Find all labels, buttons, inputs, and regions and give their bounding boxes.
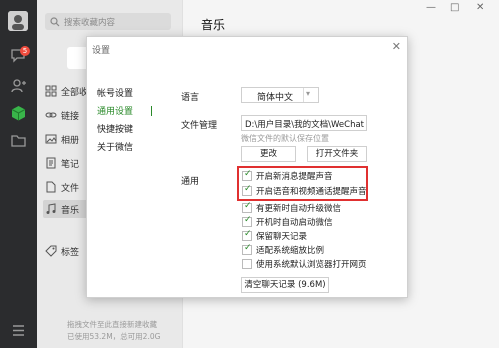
maximize-icon[interactable]: □ bbox=[450, 2, 459, 13]
option-label: 有更新时自动升级微信 bbox=[256, 204, 342, 214]
check-icon: ✓ bbox=[244, 229, 252, 239]
dialog-title: 设置 bbox=[92, 46, 111, 56]
dialog-close-icon[interactable]: ✕ bbox=[392, 40, 401, 53]
nav-account-settings[interactable]: 帐号设置 bbox=[97, 86, 133, 99]
change-button[interactable]: 更改 bbox=[241, 146, 296, 162]
list-item-album[interactable]: 相册 bbox=[43, 130, 91, 148]
search-icon bbox=[50, 17, 60, 27]
contacts-icon[interactable] bbox=[10, 77, 27, 94]
minimize-icon[interactable]: — bbox=[426, 2, 436, 13]
tag-icon bbox=[45, 245, 57, 257]
language-label: 语言 bbox=[181, 93, 200, 103]
checkbox[interactable]: ✓ bbox=[242, 243, 252, 255]
unread-badge: 5 bbox=[20, 46, 30, 56]
grid-icon bbox=[45, 85, 57, 97]
music-icon bbox=[46, 203, 56, 214]
check-icon: ✓ bbox=[244, 215, 252, 225]
storage-usage: 已使用53.2M，总可用2.0G bbox=[67, 332, 161, 341]
list-item-label: 标签 bbox=[61, 248, 80, 258]
settings-dialog: 设置 ✕ 帐号设置 通用设置 快捷按键 关于微信 语言 简体中文 ▾ 文件管理 … bbox=[86, 36, 408, 298]
left-sidebar: 5 bbox=[0, 0, 37, 348]
option-label: 适配系统缩放比例 bbox=[256, 246, 325, 256]
list-item-files[interactable]: 文件 bbox=[43, 178, 91, 196]
chevron-down-icon: ▾ bbox=[306, 89, 311, 98]
option-label: 保留聊天记录 bbox=[256, 232, 308, 242]
file-path-field[interactable]: D:\用户目录\我的文档\WeChat bbox=[241, 115, 367, 131]
menu-icon[interactable] bbox=[10, 322, 27, 339]
avatar[interactable] bbox=[8, 11, 28, 31]
checkbox[interactable]: ✓ bbox=[242, 169, 252, 181]
check-icon: ✓ bbox=[244, 201, 252, 211]
file-path-value: D:\用户目录\我的文档\WeChat bbox=[245, 120, 365, 130]
file-path-hint: 微信文件的默认保存位置 bbox=[241, 134, 329, 143]
file-icon bbox=[46, 181, 56, 193]
list-item-all[interactable]: 全部收 bbox=[43, 82, 91, 100]
nav-about[interactable]: 关于微信 bbox=[97, 140, 133, 153]
clear-history-button[interactable]: 清空聊天记录 (9.6M) bbox=[241, 277, 329, 293]
list-item-notes[interactable]: 笔记 bbox=[43, 154, 91, 172]
open-folder-button[interactable]: 打开文件夹 bbox=[307, 146, 367, 162]
list-item-tags[interactable]: 标签 bbox=[43, 242, 91, 260]
list-item-label: 笔记 bbox=[61, 160, 80, 170]
list-item-link[interactable]: 链接 bbox=[43, 106, 91, 124]
check-icon: ✓ bbox=[244, 169, 252, 179]
language-value: 简体中文 bbox=[257, 93, 294, 103]
storage-hint: 拖拽文件至此直接新建收藏 bbox=[67, 320, 157, 329]
list-item-label: 链接 bbox=[61, 112, 80, 122]
select-divider bbox=[303, 88, 304, 102]
image-icon bbox=[45, 134, 57, 144]
check-icon: ✓ bbox=[244, 184, 252, 194]
nav-shortcuts[interactable]: 快捷按键 bbox=[97, 122, 133, 135]
search-box[interactable]: 搜索收藏内容 bbox=[45, 13, 171, 30]
list-item-label: 文件 bbox=[61, 184, 80, 194]
check-icon: ✓ bbox=[244, 243, 252, 253]
general-label: 通用 bbox=[181, 177, 200, 187]
checkbox[interactable]: ✓ bbox=[242, 215, 252, 227]
nav-general-settings[interactable]: 通用设置 bbox=[97, 104, 152, 117]
favorites-cube-icon[interactable] bbox=[10, 105, 27, 122]
link-icon bbox=[45, 112, 57, 118]
list-item-label: 全部收 bbox=[61, 88, 89, 98]
list-item-label: 相册 bbox=[61, 136, 80, 146]
note-icon bbox=[46, 157, 56, 169]
list-item-label: 音乐 bbox=[61, 206, 80, 216]
close-icon[interactable]: ✕ bbox=[476, 2, 484, 13]
option-label: 开启新消息提醒声音 bbox=[256, 172, 333, 182]
checkbox[interactable]: ✓ bbox=[242, 201, 252, 213]
option-label: 开启语音和视频通话提醒声音 bbox=[256, 187, 367, 197]
nav-general-label: 通用设置 bbox=[97, 107, 134, 117]
checkbox[interactable] bbox=[242, 259, 252, 269]
option-label: 使用系统默认浏览器打开网页 bbox=[256, 260, 367, 270]
option-label: 开机时自动启动微信 bbox=[256, 218, 333, 228]
file-management-label: 文件管理 bbox=[181, 121, 218, 131]
language-select[interactable]: 简体中文 ▾ bbox=[241, 87, 319, 103]
page-title: 音乐 bbox=[201, 18, 226, 32]
list-item-music[interactable]: 音乐 bbox=[43, 200, 91, 218]
checkbox[interactable]: ✓ bbox=[242, 229, 252, 241]
checkbox[interactable]: ✓ bbox=[242, 184, 252, 196]
folder-icon[interactable] bbox=[10, 132, 27, 149]
active-indicator bbox=[151, 106, 152, 116]
search-placeholder: 搜索收藏内容 bbox=[64, 18, 116, 28]
